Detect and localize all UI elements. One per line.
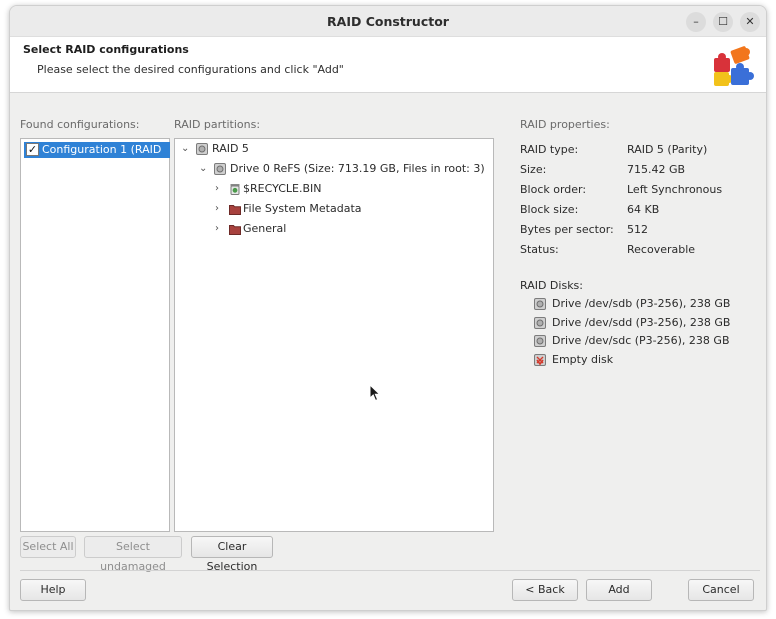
prop-status-value: Recoverable: [627, 243, 696, 256]
raid-disk-label: Empty disk: [552, 353, 614, 366]
prop-raid-type-key: RAID type:: [520, 143, 579, 156]
chevron-down-icon[interactable]: ⌄: [181, 140, 191, 158]
add-button[interactable]: Add: [586, 579, 652, 601]
close-button[interactable]: ✕: [740, 12, 760, 32]
empty-disk-icon: [534, 354, 546, 366]
cancel-button[interactable]: Cancel: [688, 579, 754, 601]
tree-label-raid: RAID 5: [212, 142, 249, 155]
tree-label-fs-metadata: File System Metadata: [243, 202, 362, 215]
prop-block-size-value: 64 KB: [627, 203, 660, 216]
configuration-label: Configuration 1 (RAID 5): [42, 143, 162, 172]
folder-icon: [229, 205, 241, 215]
raid-constructor-dialog: RAID Constructor – ☐ ✕ Select RAID confi…: [9, 5, 767, 611]
clear-selection-button[interactable]: Clear Selection: [191, 536, 273, 573]
hard-disk-icon: [534, 317, 546, 329]
chevron-right-icon[interactable]: ›: [215, 180, 225, 198]
raid-disk-label: Drive /dev/sdb (P3-256), 238 GB: [552, 297, 731, 310]
tree-label-recycle-bin: $RECYCLE.BIN: [243, 182, 322, 195]
raid-disks-label: RAID Disks:: [520, 279, 583, 292]
prop-status-key: Status:: [520, 243, 559, 256]
hard-disk-icon: [534, 335, 546, 347]
found-configurations-label: Found configurations:: [20, 118, 140, 131]
folder-icon: [229, 225, 241, 235]
prop-block-order-value: Left Synchronous: [627, 183, 723, 196]
chevron-down-icon[interactable]: ⌄: [199, 160, 209, 178]
prop-raid-type-value: RAID 5 (Parity): [627, 143, 708, 156]
prop-bytes-per-sector-value: 512: [627, 223, 648, 236]
hard-disk-icon: [534, 298, 546, 310]
title-bar: RAID Constructor – ☐ ✕: [10, 6, 766, 37]
mouse-cursor-icon: [369, 384, 381, 402]
raid-properties-label: RAID properties:: [520, 118, 610, 131]
raid-partitions-tree[interactable]: ⌄ RAID 5 ⌄ Drive 0 ReFS (Size: 713.19 GB…: [174, 138, 494, 532]
help-button[interactable]: Help: [20, 579, 86, 601]
hard-disk-icon: [214, 163, 226, 175]
prop-bytes-per-sector-key: Bytes per sector:: [520, 223, 614, 236]
wizard-header: Select RAID configurations Please select…: [10, 37, 766, 93]
raid-partitions-label: RAID partitions:: [174, 118, 261, 131]
footer-divider: [20, 570, 760, 571]
select-undamaged-button[interactable]: Select undamaged: [84, 536, 182, 573]
prop-size-key: Size:: [520, 163, 547, 176]
tree-label-general: General: [243, 222, 287, 235]
header-subtitle: Please select the desired configurations…: [37, 63, 344, 76]
select-all-button[interactable]: Select All: [20, 536, 76, 558]
back-button[interactable]: < Back: [512, 579, 578, 601]
prop-block-order-key: Block order:: [520, 183, 587, 196]
window-title: RAID Constructor: [327, 14, 449, 29]
puzzle-icon: [714, 46, 754, 86]
raid-disk-label: Drive /dev/sdc (P3-256), 238 GB: [552, 334, 730, 347]
raid-disk-label: Drive /dev/sdd (P3-256), 238 GB: [552, 316, 731, 329]
chevron-right-icon[interactable]: ›: [215, 220, 225, 238]
tree-label-drive: Drive 0 ReFS (Size: 713.19 GB, Files in …: [230, 162, 485, 175]
configuration-item[interactable]: ✓ Configuration 1 (RAID 5): [24, 142, 170, 172]
chevron-right-icon[interactable]: ›: [215, 200, 225, 218]
maximize-button[interactable]: ☐: [713, 12, 733, 32]
prop-size-value: 715.42 GB: [627, 163, 686, 176]
found-configurations-list[interactable]: ✓ Configuration 1 (RAID 5): [20, 138, 170, 532]
header-title: Select RAID configurations: [23, 43, 189, 56]
prop-block-size-key: Block size:: [520, 203, 579, 216]
minimize-button[interactable]: –: [686, 12, 706, 32]
hard-disk-icon: [196, 143, 208, 155]
checkmark-icon[interactable]: ✓: [26, 143, 39, 156]
recycle-bin-icon: [230, 184, 240, 195]
